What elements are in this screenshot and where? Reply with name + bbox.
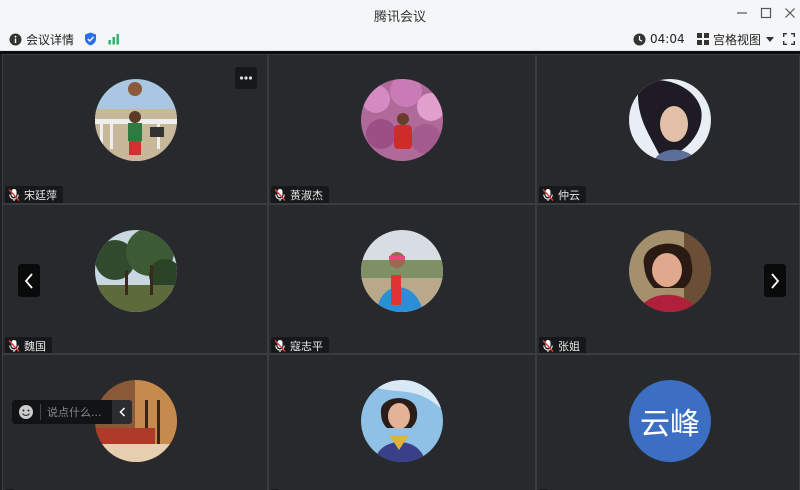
more-options-button[interactable] bbox=[235, 67, 257, 89]
mic-muted-icon bbox=[274, 339, 286, 353]
participant-tile[interactable]: 宋廷萍 bbox=[2, 54, 268, 204]
minimize-button[interactable] bbox=[733, 4, 751, 22]
participant-tile[interactable] bbox=[268, 354, 536, 490]
participant-tile[interactable]: 蒉淑杰 bbox=[268, 54, 536, 204]
maximize-icon bbox=[760, 7, 772, 19]
tencent-meeting-window: 腾讯会议 会议详情 04:04 宫格视图 宋廷萍 蒉淑杰 仲云 魏国 寇志平 张… bbox=[0, 0, 800, 490]
participant-tile[interactable]: 仲云 bbox=[536, 54, 800, 204]
maximize-button[interactable] bbox=[757, 4, 775, 22]
chevron-down-icon bbox=[766, 36, 775, 42]
network-status-button[interactable] bbox=[108, 27, 120, 51]
mic-muted-icon bbox=[8, 339, 20, 353]
title-bar: 腾讯会议 bbox=[0, 0, 800, 27]
participant-avatar bbox=[361, 79, 443, 161]
grid-icon bbox=[697, 33, 709, 45]
participant-avatar bbox=[361, 380, 443, 462]
clock-icon bbox=[633, 33, 646, 45]
participant-name-tag: 蒉淑杰 bbox=[271, 186, 329, 203]
more-icon bbox=[239, 76, 253, 80]
participant-avatar bbox=[629, 230, 711, 312]
participant-tile[interactable]: 寇志平 bbox=[268, 204, 536, 354]
shield-icon bbox=[85, 32, 96, 46]
fullscreen-icon bbox=[783, 33, 795, 45]
mic-muted-icon bbox=[542, 188, 554, 202]
timer-text: 04:04 bbox=[650, 32, 685, 46]
mic-muted-icon bbox=[542, 339, 554, 353]
participant-avatar bbox=[95, 79, 177, 161]
participant-name: 寇志平 bbox=[290, 340, 323, 353]
minimize-icon bbox=[737, 12, 747, 14]
chevron-left-icon bbox=[24, 272, 33, 289]
participant-name: 宋廷萍 bbox=[24, 189, 57, 202]
mic-muted-icon bbox=[274, 188, 286, 202]
close-icon bbox=[785, 8, 795, 18]
meeting-info-label: 会议详情 bbox=[26, 32, 75, 47]
info-icon bbox=[9, 33, 22, 45]
participant-name-tag: 宋廷萍 bbox=[5, 186, 63, 203]
previous-page-button[interactable] bbox=[18, 264, 40, 297]
chevron-right-icon bbox=[771, 272, 780, 289]
chat-divider bbox=[40, 404, 41, 420]
chat-input[interactable]: 说点什么... bbox=[47, 404, 112, 420]
participant-tile[interactable]: 云峰 bbox=[536, 354, 800, 490]
signal-icon bbox=[108, 34, 119, 45]
participant-name-tag: 仲云 bbox=[539, 186, 586, 203]
participant-name: 仲云 bbox=[558, 189, 580, 202]
meeting-toolbar: 会议详情 04:04 宫格视图 bbox=[0, 27, 800, 51]
window-title: 腾讯会议 bbox=[373, 10, 426, 25]
meeting-timer: 04:04 bbox=[633, 27, 685, 51]
participant-name-tag: 寇志平 bbox=[271, 337, 329, 353]
participant-avatar bbox=[361, 230, 443, 312]
collapse-chat-button[interactable] bbox=[112, 400, 132, 424]
participant-text-avatar: 云峰 bbox=[629, 380, 711, 462]
meeting-info-button[interactable]: 会议详情 bbox=[9, 27, 74, 51]
chevron-left-icon bbox=[118, 407, 125, 417]
participant-name-tag: 魏国 bbox=[5, 337, 52, 353]
participant-name: 魏国 bbox=[24, 340, 46, 353]
mic-muted-icon bbox=[8, 188, 20, 202]
video-grid: 宋廷萍 蒉淑杰 仲云 魏国 寇志平 张姐 云峰 bbox=[0, 54, 800, 490]
next-page-button[interactable] bbox=[764, 264, 786, 297]
close-button[interactable] bbox=[781, 4, 799, 22]
view-mode-label: 宫格视图 bbox=[713, 32, 762, 47]
participant-tile[interactable]: 魏国 bbox=[2, 204, 268, 354]
view-mode-dropdown[interactable]: 宫格视图 bbox=[697, 27, 775, 51]
participant-name-tag: 张姐 bbox=[539, 337, 586, 353]
participant-avatar bbox=[95, 230, 177, 312]
security-button[interactable] bbox=[84, 27, 97, 51]
fullscreen-button[interactable] bbox=[783, 27, 795, 51]
chat-input-bar[interactable]: 说点什么... bbox=[12, 400, 132, 424]
participant-name: 张姐 bbox=[558, 340, 580, 353]
participant-name: 蒉淑杰 bbox=[290, 189, 323, 202]
participant-tile[interactable]: 张姐 bbox=[536, 204, 800, 354]
emoji-icon[interactable] bbox=[18, 404, 34, 420]
participant-avatar bbox=[629, 79, 711, 161]
